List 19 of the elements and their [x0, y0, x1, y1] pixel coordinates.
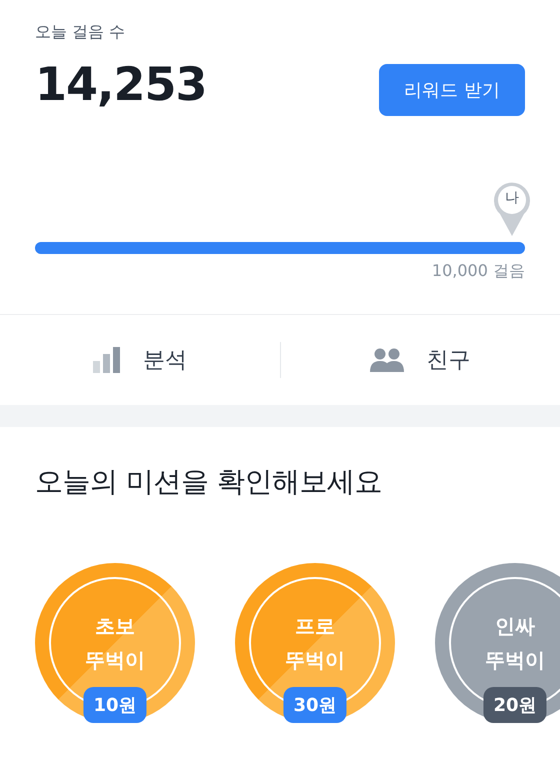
mission-badge[interactable]: 인싸 뚜벅이 20원	[435, 563, 560, 723]
location-marker: 나	[492, 180, 532, 238]
reward-tag: 20원	[483, 687, 547, 723]
tab[interactable]: 분석	[0, 315, 280, 405]
section-title: 오늘의 미션을 확인해보세요	[35, 464, 383, 500]
step-count: 14,253	[35, 57, 207, 111]
mission-name: 인싸 뚜벅이	[485, 613, 545, 674]
tab[interactable]: 친구	[280, 315, 560, 405]
mission-badge[interactable]: 프로 뚜벅이 30원	[235, 563, 395, 723]
mission-name: 초보 뚜벅이	[85, 613, 145, 674]
reward-tag: 30원	[283, 687, 347, 723]
reward-button[interactable]: 리워드 받기	[379, 64, 525, 116]
reward-tag: 10원	[83, 687, 147, 723]
steps-label: 오늘 걸음 수	[35, 22, 126, 43]
mission-badge[interactable]: 초보 뚜벅이 10원	[35, 563, 195, 723]
people-icon	[370, 348, 404, 372]
bar-chart-icon	[92, 347, 121, 373]
goal-label: 10,000 걸음	[430, 261, 525, 282]
mission-name: 프로 뚜벅이	[285, 613, 345, 674]
